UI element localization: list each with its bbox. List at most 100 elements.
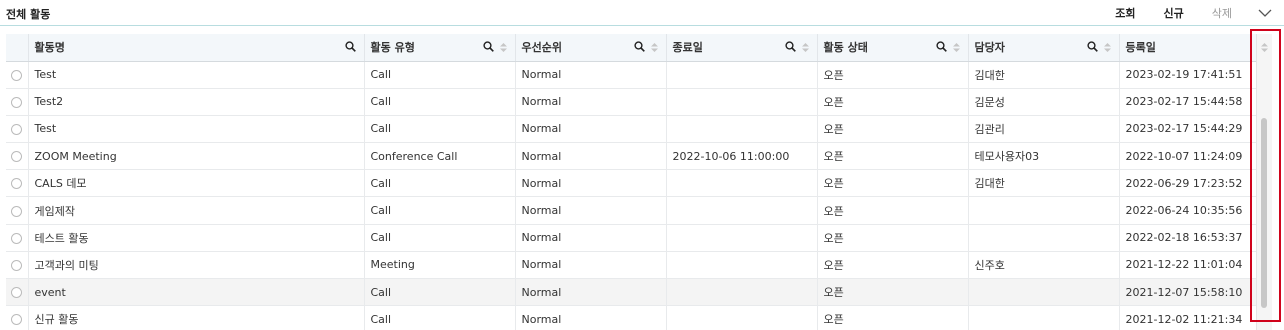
table-cell: Call [364,61,516,89]
column-header[interactable]: 등록일 [1119,34,1272,62]
table-row[interactable]: Test2 Call Normal 오픈 김문성 2023-02-17 15:44:58 [6,88,1272,116]
sort-icon[interactable] [952,42,960,55]
table-cell: 2023-02-17 15:44:58 [1119,88,1272,116]
table-cell: Test [28,61,365,89]
search-icon[interactable] [935,41,947,55]
row-radio[interactable] [11,151,23,163]
table-cell: 2021-12-22 11:01:04 [1119,251,1272,280]
toolbar: 조회 신규 삭제 [1087,5,1274,21]
row-radio[interactable] [11,178,23,190]
table-cell [666,115,818,144]
table-cell: Call [364,169,516,198]
table-cell: CALS 데모 [28,169,365,198]
table-cell [666,88,818,116]
vertical-scrollbar[interactable] [1256,34,1272,330]
table-cell: 오픈 [817,61,969,89]
column-header[interactable]: 우선순위 [515,34,667,62]
row-select-cell [6,224,29,252]
row-select-cell [6,305,29,330]
table-cell: 오픈 [817,142,969,171]
column-header[interactable]: 담당자 [968,34,1120,62]
column-header-label: 종료일 [672,41,703,55]
table-row[interactable]: 신규 활동 Call Normal 오픈 2021-12-02 11:21:34 [6,305,1272,330]
table-row[interactable]: ZOOM Meeting Conference Call Normal 2022-10… [6,142,1272,171]
table-cell [666,251,818,280]
column-header[interactable]: 활동 유형 [364,34,516,62]
column-header-label: 활동명 [34,41,65,55]
column-header-tools [344,41,356,55]
row-radio[interactable] [11,123,23,135]
row-radio[interactable] [11,314,23,326]
sort-icon[interactable] [499,42,507,55]
table-cell [968,305,1120,330]
table-cell: event [28,278,365,307]
table-cell [968,224,1120,252]
search-icon[interactable] [633,41,645,55]
table-row[interactable]: Test Call Normal 오픈 김관리 2023-02-17 15:44:29 [6,115,1272,144]
column-header-tools [1086,41,1111,55]
table-cell: 신주호 [968,251,1120,280]
sort-icon[interactable] [801,42,809,55]
column-header-label: 활동 상태 [823,41,868,55]
table-cell: 2021-12-07 15:58:10 [1119,278,1272,307]
grid-body: Test Call Normal 오픈 김대한 2023-02-19 17:41:51 Te… [6,61,1272,330]
row-select-cell [6,169,29,198]
table-row[interactable]: CALS 데모 Call Normal 오픈 김대한 2022-06-29 17:23:5… [6,169,1272,198]
chevron-down-icon[interactable] [1256,6,1274,20]
row-radio[interactable] [11,205,23,217]
search-icon[interactable] [344,41,356,55]
search-icon[interactable] [784,41,796,55]
table-cell: 2023-02-19 17:41:51 [1119,61,1272,89]
table-row[interactable]: event Call Normal 오픈 2021-12-07 15:58:10 [6,278,1272,307]
table-cell: 오픈 [817,196,969,225]
section-header: 전체 활동 조회 신규 삭제 [0,0,1284,26]
row-select-cell [6,278,29,307]
row-select-cell [6,142,29,171]
row-radio[interactable] [11,69,23,81]
search-button[interactable]: 조회 [1115,5,1135,21]
column-header[interactable]: 종료일 [666,34,818,62]
select-all-cell [6,34,29,62]
table-row[interactable]: 고객과의 미팅 Meeting Normal 오픈 신주호 2021-12-22 11:0… [6,251,1272,280]
row-select-cell [6,196,29,225]
new-button[interactable]: 신규 [1164,5,1184,21]
row-radio[interactable] [11,96,23,108]
table-cell [666,169,818,198]
search-icon[interactable] [1086,41,1098,55]
sort-icon[interactable] [1103,42,1111,55]
table-cell: 테모사용자03 [968,142,1120,171]
table-row[interactable]: Test Call Normal 오픈 김대한 2023-02-19 17:41:51 [6,61,1272,89]
row-radio[interactable] [11,232,23,244]
table-row[interactable]: 게임제작 Call Normal 오픈 2022-06-24 10:35:56 [6,196,1272,225]
row-select-cell [6,115,29,144]
table-cell: 김대한 [968,61,1120,89]
row-radio[interactable] [11,287,23,299]
table-row[interactable]: 테스트 활동 Call Normal 오픈 2022-02-18 16:53:37 [6,224,1272,252]
sort-icon[interactable] [650,42,658,55]
row-radio[interactable] [11,259,23,271]
table-cell: 2021-12-02 11:21:34 [1119,305,1272,330]
table-cell: 오픈 [817,169,969,198]
scrollbar-thumb[interactable] [1261,118,1267,308]
column-header[interactable]: 활동 상태 [817,34,969,62]
delete-button[interactable]: 삭제 [1212,5,1232,21]
table-cell: 2022-06-24 10:35:56 [1119,196,1272,225]
table-cell: Call [364,196,516,225]
page-title: 전체 활동 [6,8,51,21]
table-cell: 2022-06-29 17:23:52 [1119,169,1272,198]
table-cell: Normal [515,278,667,307]
table-cell: Normal [515,88,667,116]
column-header[interactable]: 활동명 [28,34,365,62]
column-header-label: 담당자 [974,41,1005,55]
table-cell: Call [364,88,516,116]
table-cell: 고객과의 미팅 [28,251,365,280]
table-cell: 오픈 [817,251,969,280]
table-cell: Normal [515,142,667,171]
table-cell: Meeting [364,251,516,280]
row-select-cell [6,61,29,89]
table-cell [666,278,818,307]
table-cell: 2022-10-06 11:00:00 [666,142,818,171]
search-icon[interactable] [482,41,494,55]
table-cell [666,224,818,252]
table-cell: Test [28,115,365,144]
